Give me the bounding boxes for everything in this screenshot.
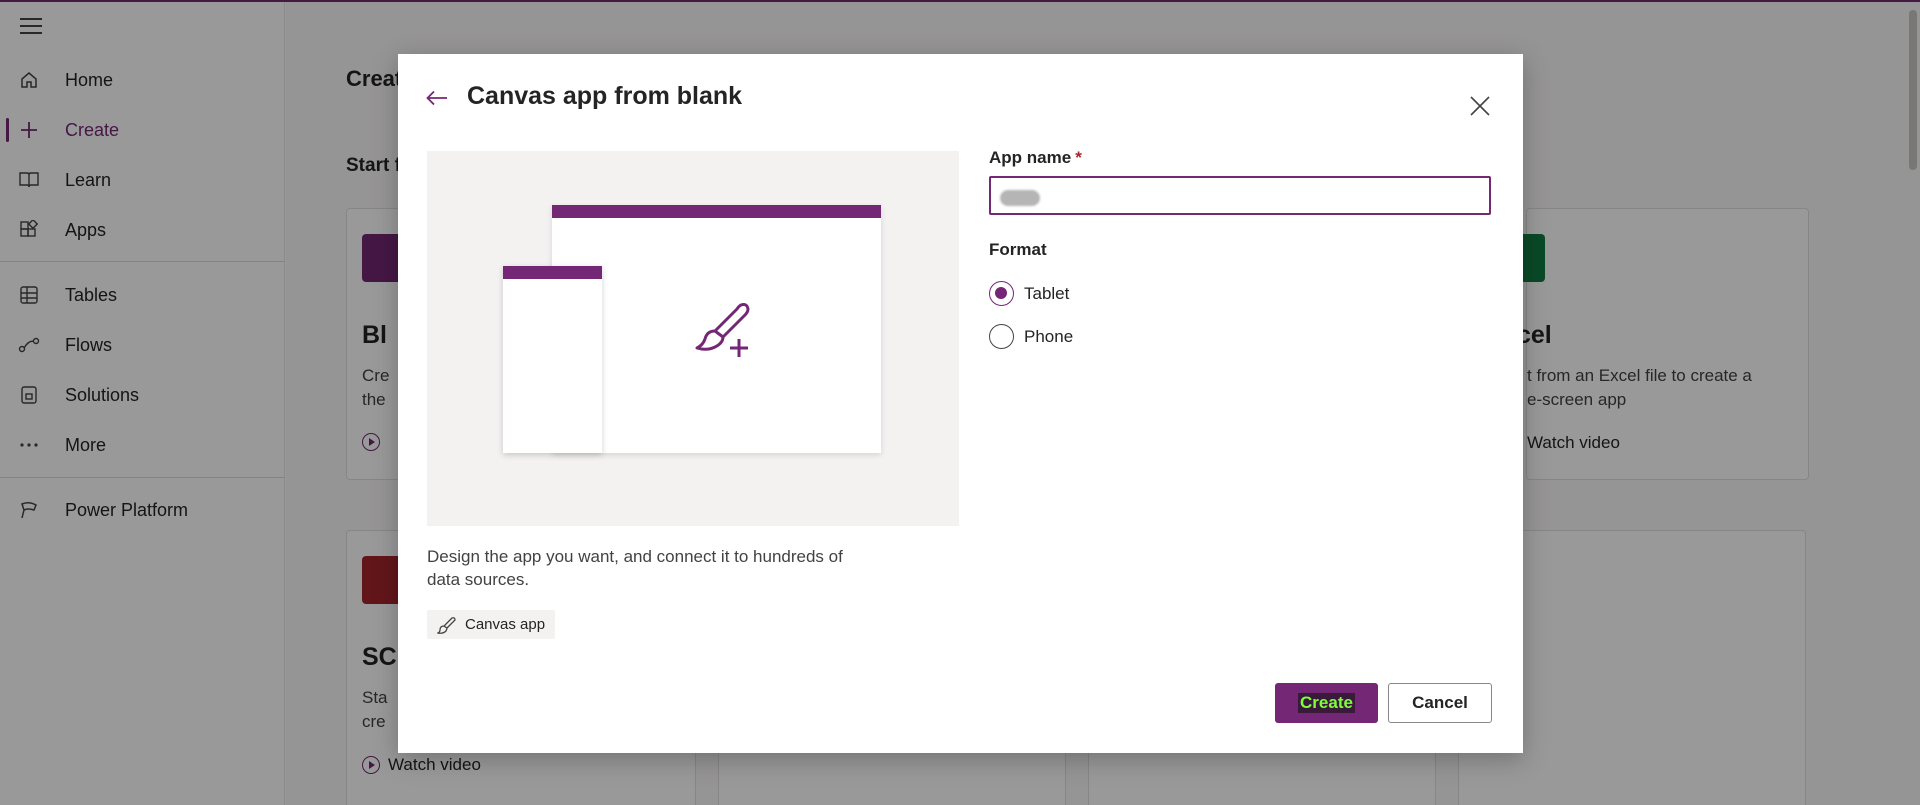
dialog-title: Canvas app from blank <box>467 82 743 110</box>
cancel-button[interactable]: Cancel <box>1388 683 1492 723</box>
paintbrush-plus-icon <box>695 303 750 357</box>
radio-label: Tablet <box>1024 283 1070 303</box>
tag-label: Canvas app <box>465 616 546 633</box>
app-name-label: App name * <box>989 148 1082 167</box>
format-label: Format <box>989 240 1047 259</box>
close-button[interactable] <box>1466 92 1494 120</box>
back-button[interactable] <box>423 84 451 112</box>
close-icon <box>1470 96 1490 116</box>
create-button[interactable]: Create <box>1275 683 1378 723</box>
format-option-tablet[interactable]: Tablet <box>989 281 1069 306</box>
paintbrush-icon <box>437 616 456 634</box>
format-option-phone[interactable]: Phone <box>989 324 1073 349</box>
arrow-left-icon <box>426 90 447 106</box>
create-button-label: Create <box>1298 693 1355 713</box>
radio-label: Phone <box>1024 326 1074 346</box>
canvas-app-dialog: Canvas app from blank Design the app you… <box>398 54 1523 753</box>
dialog-description: Design the app you want, and connect it … <box>427 547 843 589</box>
radio-tablet[interactable] <box>989 281 1014 306</box>
canvas-app-tag: Canvas app <box>427 610 556 639</box>
app-name-input[interactable] <box>989 176 1491 215</box>
radio-phone[interactable] <box>989 324 1014 349</box>
phone-window-illustration <box>503 266 602 453</box>
app-preview-illustration <box>427 151 959 526</box>
required-marker: * <box>1075 148 1082 167</box>
